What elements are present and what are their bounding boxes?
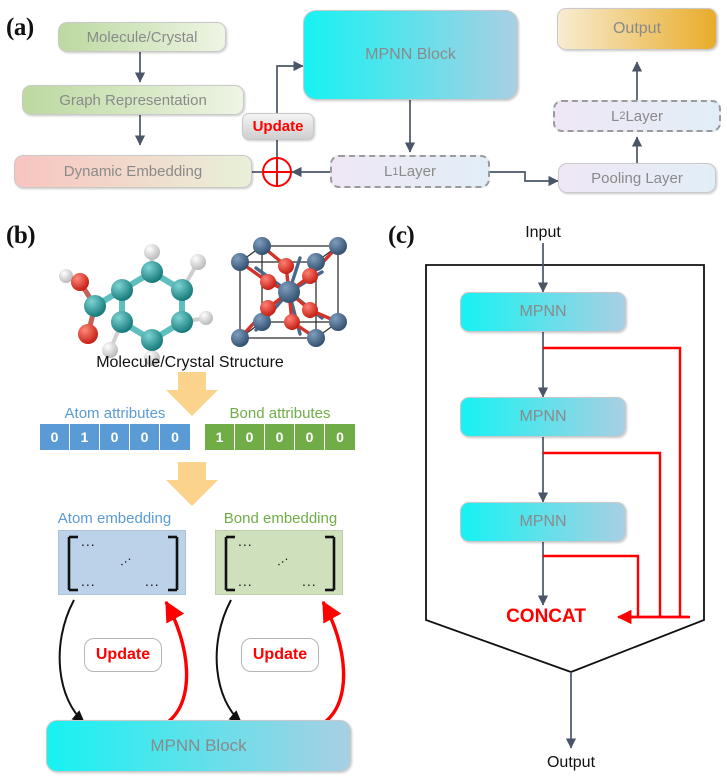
panel-a-label: (a) (6, 14, 34, 41)
box-mpnn-c-2: MPNN (460, 397, 626, 437)
box-mpnn-c-1: MPNN (460, 292, 626, 332)
box-graph-representation: Graph Representation (22, 85, 244, 115)
atom-attributes-label: Atom attributes (64, 404, 166, 422)
atom-attr-cell: 0 (130, 424, 160, 450)
atom-embedding-label: Atom embedding (57, 509, 172, 527)
structure-caption: Molecule/Crystal Structure (96, 354, 284, 371)
atom-attr-cell: 0 (40, 424, 70, 450)
bond-attr-cell: 0 (235, 424, 265, 450)
box-output-a: Output (557, 8, 717, 50)
update-box-bond: Update (241, 638, 319, 672)
panel-c-skip-connections (543, 346, 690, 625)
atom-attr-cell: 0 (160, 424, 190, 450)
atom-embedding-matrix: ... ... ... ... (58, 530, 186, 595)
atom-attr-cell: 1 (70, 424, 100, 450)
box-l2-layer: L2 Layer (553, 100, 721, 132)
box-mpnn-block-b: MPNN Block (46, 720, 351, 772)
bond-attr-cell: 0 (325, 424, 355, 450)
l1-label-rest: Layer (398, 163, 436, 180)
concat-label: CONCAT (506, 606, 586, 627)
plus-circle-operator (262, 157, 292, 187)
bond-attr-cell: 0 (265, 424, 295, 450)
yellow-arrow-bottom (166, 462, 218, 506)
bond-embedding-matrix: ... ... ... ... (215, 530, 343, 595)
update-box-atom: Update (84, 638, 162, 672)
crystal-unit-cell (231, 237, 347, 347)
box-molecule-crystal: Molecule/Crystal (58, 22, 226, 52)
bond-attribute-vector: 1 0 0 0 0 (205, 424, 355, 450)
matrix-dots: ... (238, 533, 253, 549)
l2-label-rest: Layer (625, 107, 663, 125)
molecule-benzoic-acid (59, 244, 213, 366)
matrix-dots: ... (81, 533, 96, 549)
box-dynamic-embedding: Dynamic Embedding (14, 155, 252, 188)
box-pooling-layer: Pooling Layer (558, 163, 716, 193)
figure-root: (a) Molecule/Crystal Graph Representatio… (0, 0, 727, 784)
box-mpnn-c-3: MPNN (460, 502, 626, 542)
bond-attributes-label: Bond attributes (229, 404, 331, 422)
bond-attr-cell: 1 (205, 424, 235, 450)
panel-c-input-label: Input (525, 224, 561, 241)
matrix-dots: ... (302, 573, 317, 589)
box-mpnn-block-a: MPNN Block (303, 10, 518, 100)
matrix-dots: ... (81, 573, 96, 589)
atom-attr-cell: 0 (100, 424, 130, 450)
bond-attr-cell: 0 (295, 424, 325, 450)
atom-attribute-vector: 0 1 0 0 0 (40, 424, 190, 450)
box-update-a: Update (242, 113, 314, 140)
box-l1-layer: L1 Layer (330, 155, 490, 188)
matrix-dots: ... (145, 573, 160, 589)
panel-c-label: (c) (388, 222, 415, 249)
l1-label-base: L (384, 163, 393, 180)
matrix-dots: ... (238, 573, 253, 589)
bond-embedding-label: Bond embedding (223, 509, 338, 527)
panel-c-output-label: Output (546, 754, 596, 771)
panel-b-label: (b) (6, 222, 36, 249)
l2-label-base: L (611, 107, 620, 125)
